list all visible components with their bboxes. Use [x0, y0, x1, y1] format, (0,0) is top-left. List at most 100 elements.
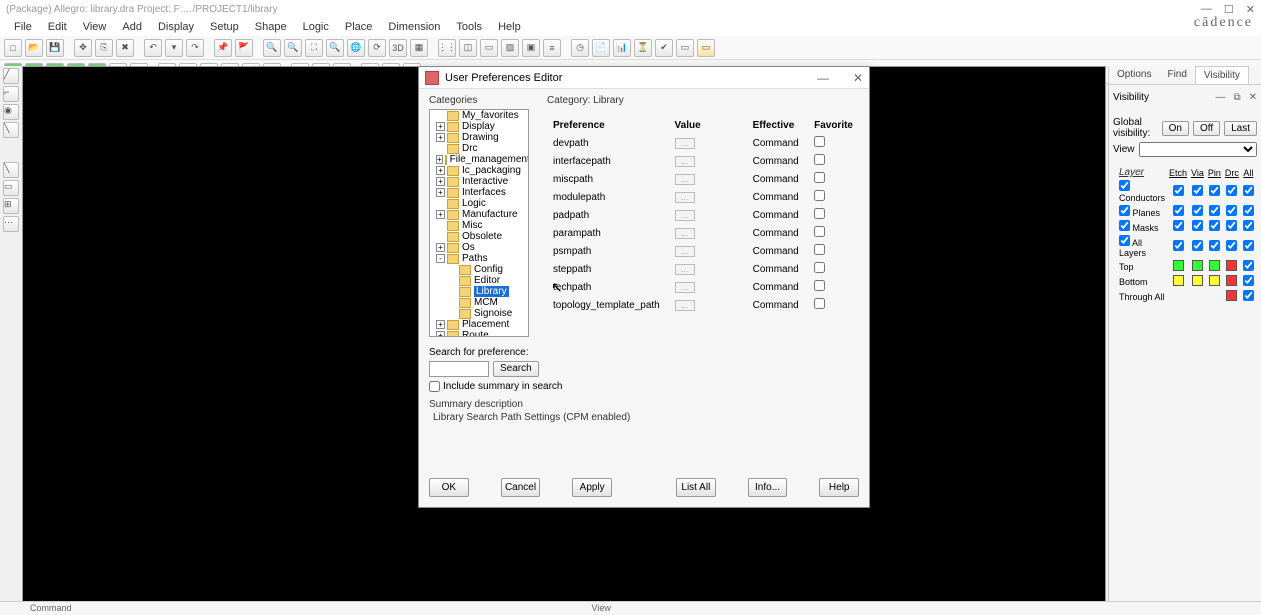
bottom-drc-color[interactable] [1226, 275, 1237, 286]
layer-all layers[interactable]: All Layers [1119, 238, 1146, 258]
bottom-pin-color[interactable] [1209, 275, 1220, 286]
visibility-on-button[interactable]: On [1162, 121, 1189, 136]
tree-item-library[interactable]: Library [430, 286, 528, 297]
line-tool-icon[interactable]: ╱ [3, 68, 19, 84]
tree-item-display[interactable]: +Display [430, 121, 528, 132]
maximize-icon[interactable]: ☐ [1224, 3, 1234, 16]
undo-icon[interactable]: ↶ [144, 39, 162, 57]
menu-setup[interactable]: Setup [202, 20, 247, 34]
panel-close-icon[interactable]: ✕ [1249, 92, 1257, 103]
delete-icon[interactable]: ✖ [116, 39, 134, 57]
tree-item-interfaces[interactable]: +Interfaces [430, 187, 528, 198]
save-icon[interactable]: 💾 [46, 39, 64, 57]
ok-button[interactable]: OK [429, 478, 469, 497]
layers-icon[interactable]: ▦ [410, 39, 428, 57]
fav-check-topology_template_path[interactable] [814, 298, 825, 309]
tree-item-signoise[interactable]: Signoise [430, 308, 528, 319]
rect-tool-icon[interactable]: ▭ [3, 180, 19, 196]
value-button-padpath[interactable]: … [675, 210, 695, 221]
tree-item-route[interactable]: +Route [430, 330, 528, 337]
menu-edit[interactable]: Edit [40, 20, 75, 34]
value-button-modulepath[interactable]: … [675, 192, 695, 203]
bottom-all-check[interactable] [1243, 275, 1254, 286]
visibility-off-button[interactable]: Off [1193, 121, 1220, 136]
view3d-icon[interactable]: 3D [389, 39, 407, 57]
menu-add[interactable]: Add [114, 20, 150, 34]
value-button-parampath[interactable]: … [675, 228, 695, 239]
categories-tree[interactable]: My_favorites+Display+DrawingDrc+File_man… [429, 109, 529, 337]
tree-item-obsolete[interactable]: Obsolete [430, 231, 528, 242]
refresh-icon[interactable]: ⟳ [368, 39, 386, 57]
tree-item-os[interactable]: +Os [430, 242, 528, 253]
fav-check-interfacepath[interactable] [814, 154, 825, 165]
tree-item-drawing[interactable]: +Drawing [430, 132, 528, 143]
menu-dimension[interactable]: Dimension [380, 20, 448, 34]
zoomin-icon[interactable]: 🔍 [263, 39, 281, 57]
zoomfit-icon[interactable]: ⛶ [305, 39, 323, 57]
menu-logic[interactable]: Logic [295, 20, 337, 34]
chart-icon[interactable]: 📊 [613, 39, 631, 57]
stack-icon[interactable]: ≡ [543, 39, 561, 57]
menu-file[interactable]: File [6, 20, 40, 34]
tab-options[interactable]: Options [1109, 66, 1159, 84]
through-all-check[interactable] [1243, 290, 1254, 301]
menu-tools[interactable]: Tools [448, 20, 490, 34]
panel-minimize-icon[interactable]: — [1215, 92, 1225, 103]
report-icon[interactable]: 📄 [592, 39, 610, 57]
through-drc-color[interactable] [1226, 290, 1237, 301]
ruler-tool-icon[interactable]: ╲ [3, 122, 19, 138]
top-etch-color[interactable] [1173, 260, 1184, 271]
grid-icon[interactable]: ⋮⋮ [438, 39, 456, 57]
minimize-icon[interactable]: — [1201, 3, 1212, 16]
route-tool-icon[interactable]: ⌐ [3, 86, 19, 102]
fav-check-psmpath[interactable] [814, 244, 825, 255]
hatch-icon[interactable]: ▨ [501, 39, 519, 57]
search-button[interactable]: Search [493, 361, 539, 377]
tree-item-drc[interactable]: Drc [430, 143, 528, 154]
layer-conductors[interactable]: Conductors [1119, 183, 1165, 203]
menu-place[interactable]: Place [337, 20, 381, 34]
value-button-topology_template_path[interactable]: … [675, 300, 695, 311]
close-icon[interactable]: ✕ [1246, 3, 1255, 16]
tree-item-editor[interactable]: Editor [430, 275, 528, 286]
menu-shape[interactable]: Shape [247, 20, 295, 34]
dropdown-icon[interactable]: ▾ [165, 39, 183, 57]
comp-tool-icon[interactable]: ⊞ [3, 198, 19, 214]
dialog-minimize-icon[interactable]: — [817, 71, 829, 85]
new-icon[interactable]: □ [4, 39, 22, 57]
copy-icon[interactable]: ⎘ [95, 39, 113, 57]
chip-icon[interactable]: ▣ [522, 39, 540, 57]
fav-check-modulepath[interactable] [814, 190, 825, 201]
menu-view[interactable]: View [75, 20, 115, 34]
pin-icon[interactable]: 📌 [214, 39, 232, 57]
menu-help[interactable]: Help [490, 20, 529, 34]
value-button-devpath[interactable]: … [675, 138, 695, 149]
view-select[interactable] [1139, 142, 1258, 157]
tree-item-mcm[interactable]: MCM [430, 297, 528, 308]
search-input[interactable] [429, 361, 489, 377]
tab-find[interactable]: Find [1159, 66, 1194, 84]
value-button-steppath[interactable]: … [675, 264, 695, 275]
tab-visibility[interactable]: Visibility [1195, 66, 1249, 84]
tree-item-misc[interactable]: Misc [430, 220, 528, 231]
list-all-button[interactable]: List All [676, 478, 716, 497]
top-drc-color[interactable] [1226, 260, 1237, 271]
top-via-color[interactable] [1192, 260, 1203, 271]
badge-icon[interactable]: ▭ [676, 39, 694, 57]
top-pin-color[interactable] [1209, 260, 1220, 271]
info-button[interactable]: Info... [748, 478, 788, 497]
dialog-close-icon[interactable]: ✕ [853, 71, 863, 85]
clock-icon[interactable]: ◷ [571, 39, 589, 57]
fav-check-steppath[interactable] [814, 262, 825, 273]
value-button-interfacepath[interactable]: … [675, 156, 695, 167]
tree-item-manufacture[interactable]: +Manufacture [430, 209, 528, 220]
menu-display[interactable]: Display [150, 20, 202, 34]
tree-item-placement[interactable]: +Placement [430, 319, 528, 330]
zoom-prev-icon[interactable]: 🔍 [326, 39, 344, 57]
tree-item-file_management[interactable]: +File_management [430, 154, 528, 165]
zoomout-icon[interactable]: 🔍 [284, 39, 302, 57]
include-summary-check[interactable]: Include summary in search [429, 381, 629, 392]
value-button-miscpath[interactable]: … [675, 174, 695, 185]
fav-check-devpath[interactable] [814, 136, 825, 147]
panel-dock-icon[interactable]: ⧉ [1233, 92, 1240, 103]
